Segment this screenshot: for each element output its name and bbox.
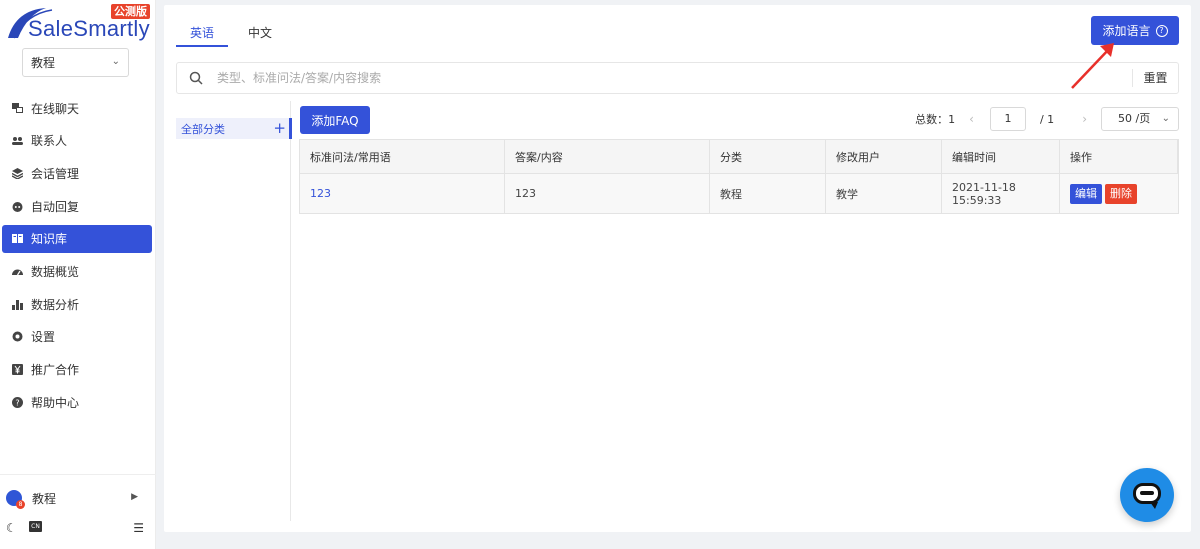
delete-button[interactable]: 删除 <box>1105 183 1137 204</box>
user-name: 教程 <box>32 491 57 506</box>
workspace-select[interactable]: 教程 ⌄ <box>22 48 129 77</box>
language-toggle[interactable]: CN <box>29 521 42 532</box>
sidebar-item-live-chat[interactable]: 在线聊天 <box>2 94 152 122</box>
chat-bubble-tail <box>1150 502 1158 509</box>
category-item-all[interactable]: 全部分类 + <box>176 118 289 139</box>
caret-right-icon: ▶ <box>131 492 138 502</box>
column-header-answer: 答案/内容 <box>505 140 710 174</box>
sidebar-footer: 8 教程 ▶ ☾ CN ☰ <box>0 474 156 535</box>
question-circle-icon: ? <box>1155 24 1168 37</box>
cell-category: 教程 <box>710 174 826 213</box>
sidebar-item-data-overview[interactable]: 数据概览 <box>2 257 152 285</box>
gear-icon <box>12 331 23 342</box>
chat-widget-button[interactable] <box>1120 468 1174 522</box>
sidebar: SaleSmartly 公测版 教程 ⌄ 在线聊天 联系人 会话管理 自动回复 … <box>0 0 156 549</box>
cell-answer: 123 <box>505 174 710 213</box>
contacts-icon <box>12 135 23 146</box>
sidebar-item-label: 自动回复 <box>31 199 80 214</box>
collapse-menu-icon[interactable]: ☰ <box>133 521 144 535</box>
edit-button[interactable]: 编辑 <box>1070 183 1102 204</box>
table-grid: 标准问法/常用语 答案/内容 分类 修改用户 编辑时间 操作 123 123 教… <box>300 140 1178 213</box>
sidebar-item-help-center[interactable]: ? 帮助中心 <box>2 388 152 416</box>
avatar: 8 <box>6 490 25 509</box>
column-header-actions: 操作 <box>1060 140 1178 174</box>
column-header-user: 修改用户 <box>826 140 942 174</box>
search-bar: 重置 <box>176 62 1179 94</box>
chevron-down-icon: ⌄ <box>111 56 120 67</box>
sidebar-item-auto-reply[interactable]: 自动回复 <box>2 192 152 220</box>
chat-bubble-bar <box>1140 491 1154 495</box>
chevron-down-icon: ⌄ <box>1161 113 1170 124</box>
page-size-select[interactable]: 50 /页 ⌄ <box>1101 107 1179 131</box>
total-count: 总数：1 <box>915 113 956 126</box>
column-header-question: 标准问法/常用语 <box>300 140 505 174</box>
sidebar-tools: ☾ CN ☰ <box>6 519 146 535</box>
brand-name: SaleSmartly <box>28 16 150 41</box>
next-page-icon[interactable]: › <box>1082 112 1087 126</box>
dashboard-icon <box>12 266 23 277</box>
tab-chinese[interactable]: 中文 <box>234 25 286 47</box>
pagination: 总数：1 ‹ 1 / 1 › 50 /页 ⌄ <box>915 106 1179 132</box>
cell-time: 2021-11-18 15:59:33 <box>942 174 1060 213</box>
prev-page-icon[interactable]: ‹ <box>969 112 974 126</box>
knowledge-base-panel: 英语 中文 添加语言 ? 重置 全部分类 + 添加FAQ 总数：1 ‹ 1 / … <box>164 5 1191 532</box>
dark-mode-icon[interactable]: ☾ <box>6 521 17 535</box>
sidebar-item-sessions[interactable]: 会话管理 <box>2 159 152 187</box>
column-header-category: 分类 <box>710 140 826 174</box>
cell-user: 教学 <box>826 174 942 213</box>
category-label: 全部分类 <box>181 122 225 136</box>
sidebar-item-data-analysis[interactable]: 数据分析 <box>2 290 152 318</box>
workspace-select-value: 教程 <box>31 56 56 70</box>
yen-icon <box>12 364 23 375</box>
category-active-indicator <box>289 118 292 139</box>
sidebar-item-label: 会话管理 <box>31 166 80 181</box>
page-number-input[interactable]: 1 <box>989 107 1026 131</box>
sidebar-item-label: 帮助中心 <box>31 395 80 410</box>
sidebar-nav: 在线聊天 联系人 会话管理 自动回复 知识库 数据概览 数据分析 设置 推广合作… <box>2 94 152 421</box>
beta-badge: 公测版 <box>111 4 150 19</box>
robot-icon <box>12 201 23 212</box>
faq-table: 标准问法/常用语 答案/内容 分类 修改用户 编辑时间 操作 123 123 教… <box>299 139 1179 214</box>
bar-chart-icon <box>12 299 23 310</box>
svg-text:?: ? <box>15 398 19 407</box>
search-input[interactable] <box>217 69 1117 87</box>
cell-question[interactable]: 123 <box>300 174 505 213</box>
column-header-time: 编辑时间 <box>942 140 1060 174</box>
page-size-value: 50 /页 <box>1118 112 1151 125</box>
tab-english[interactable]: 英语 <box>176 25 229 47</box>
help-icon: ? <box>12 396 23 408</box>
user-menu[interactable]: 8 教程 ▶ <box>6 489 142 509</box>
sidebar-item-contacts[interactable]: 联系人 <box>2 127 152 155</box>
sidebar-item-affiliate[interactable]: 推广合作 <box>2 356 152 384</box>
add-language-label: 添加语言 <box>1102 24 1151 38</box>
layers-icon <box>12 167 23 179</box>
add-category-icon[interactable]: + <box>273 119 286 137</box>
sidebar-item-label: 数据概览 <box>31 264 80 279</box>
cell-actions: 编辑 删除 <box>1060 174 1178 213</box>
sidebar-item-settings[interactable]: 设置 <box>2 323 152 351</box>
sidebar-item-label: 数据分析 <box>31 297 80 312</box>
book-icon <box>12 233 23 244</box>
chat-icon <box>12 102 23 114</box>
sidebar-item-label: 在线聊天 <box>31 101 80 116</box>
sidebar-item-knowledge-base[interactable]: 知识库 <box>2 224 152 253</box>
sidebar-item-label: 设置 <box>31 330 56 345</box>
reset-button[interactable]: 重置 <box>1132 69 1178 87</box>
annotation-arrow-icon <box>1071 43 1114 89</box>
notification-badge: 8 <box>16 500 25 509</box>
brand-logo[interactable]: SaleSmartly 公测版 <box>6 4 152 44</box>
total-pages: / 1 <box>1039 112 1055 126</box>
sidebar-item-label: 知识库 <box>31 232 68 247</box>
sidebar-item-label: 推广合作 <box>31 363 80 377</box>
add-faq-button[interactable]: 添加FAQ <box>300 106 370 134</box>
search-icon <box>189 71 203 85</box>
language-tabs: 英语 中文 <box>176 25 286 49</box>
sidebar-item-label: 联系人 <box>31 134 68 149</box>
category-panel: 全部分类 + <box>176 101 292 521</box>
